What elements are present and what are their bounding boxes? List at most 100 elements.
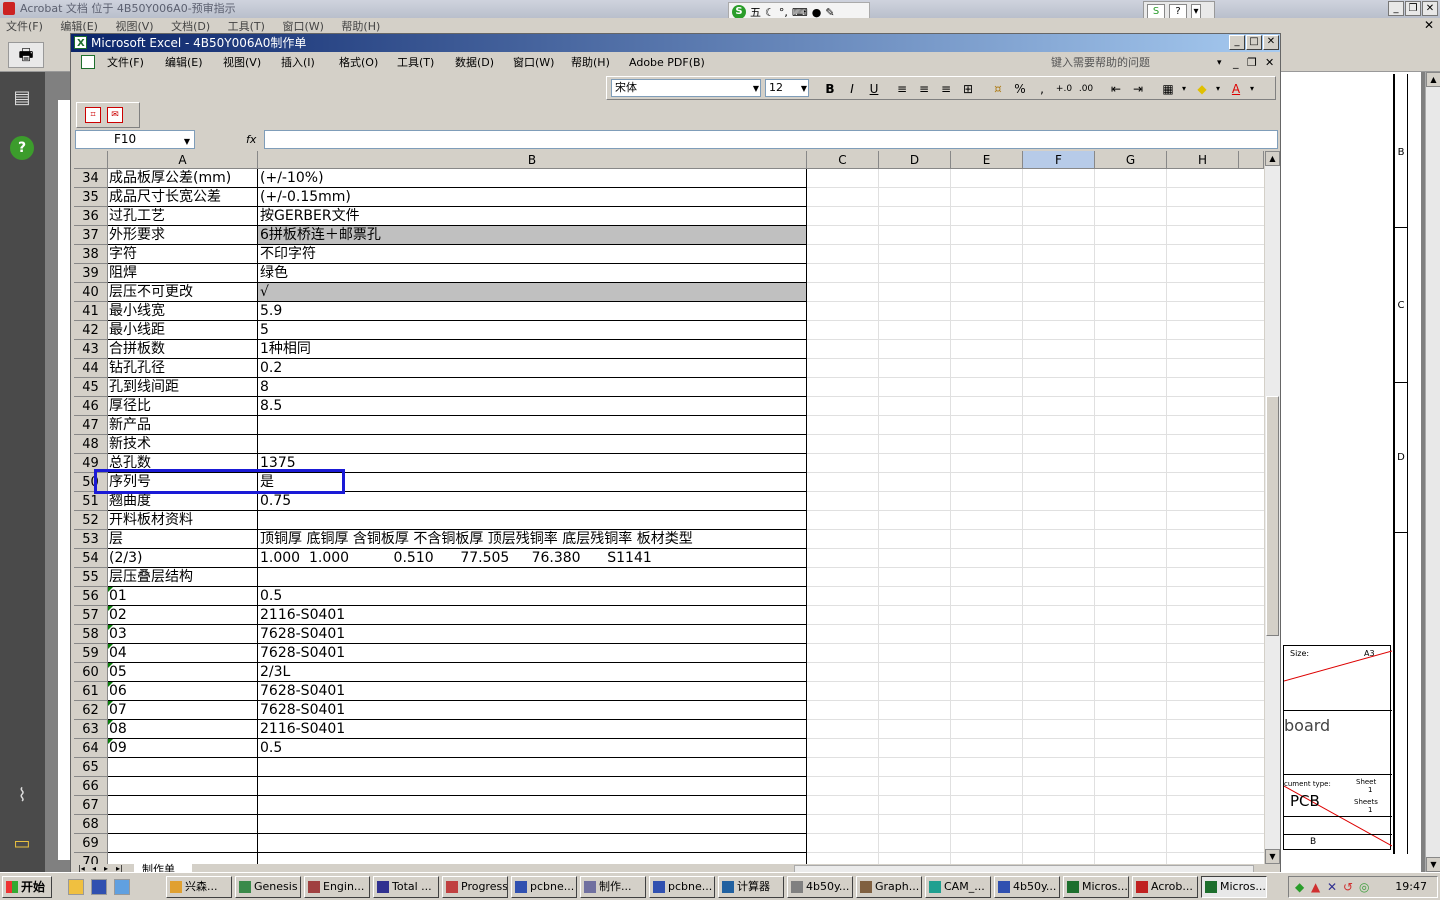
cell-b[interactable] [258,511,807,530]
cell-a[interactable]: 字符 [108,245,258,264]
convert-and-email-icon[interactable]: ✉ [107,107,123,123]
fx-icon[interactable]: fx [246,130,262,149]
taskbar-button[interactable]: Graph... [856,876,922,898]
taskbar-button[interactable]: CAM_... [925,876,991,898]
scroll-up-icon[interactable]: ▲ [1265,151,1280,166]
cell-b[interactable] [258,834,807,853]
doc-restore-button[interactable]: ❐ [1247,52,1257,74]
quicklaunch-icon[interactable] [68,879,84,895]
empty-cells[interactable] [807,397,1264,416]
cell-a[interactable]: 开料板材资料 [108,511,258,530]
row-header[interactable]: 40 [74,283,108,302]
taskbar-button[interactable]: Engin... [304,876,370,898]
cell-b[interactable]: 6拼板桥连＋邮票孔 [258,226,807,245]
column-header-f[interactable]: F [1023,151,1095,169]
quicklaunch-ie-icon[interactable] [91,879,107,895]
acrobat-menu-file[interactable]: 文件(F) [6,20,43,33]
empty-cells[interactable] [807,283,1264,302]
empty-cells[interactable] [807,682,1264,701]
empty-cells[interactable] [807,644,1264,663]
chevron-down-icon[interactable]: ▾ [1209,80,1227,98]
cell-a[interactable]: 层压不可更改 [108,283,258,302]
row-header[interactable]: 66 [74,777,108,796]
empty-cells[interactable] [807,188,1264,207]
cell-a[interactable] [108,815,258,834]
row-header[interactable]: 64 [74,739,108,758]
row-header[interactable]: 56 [74,587,108,606]
cell-b[interactable]: (+/-10%) [258,169,807,188]
percent-icon[interactable]: % [1011,80,1029,98]
row-header[interactable]: 42 [74,321,108,340]
empty-cells[interactable] [807,853,1264,864]
cell-b[interactable]: 2/3L [258,663,807,682]
cell-b[interactable]: (+/-0.15mm) [258,188,807,207]
scroll-thumb[interactable] [1266,396,1279,636]
cell-a[interactable]: 钻孔孔径 [108,359,258,378]
cell-a[interactable]: 翘曲度 [108,492,258,511]
clock[interactable]: 19:47 [1395,877,1427,897]
increase-indent-icon[interactable]: ⇥ [1129,80,1147,98]
empty-cells[interactable] [807,321,1264,340]
cell-b[interactable] [258,758,807,777]
row-header[interactable]: 62 [74,701,108,720]
cell-b[interactable]: 7628-S0401 [258,701,807,720]
cell-a[interactable] [108,758,258,777]
cell-a[interactable]: (2/3) [108,549,258,568]
font-size-select[interactable]: 12 ▼ [765,79,809,97]
row-header[interactable]: 34 [74,169,108,188]
tray-app-icon[interactable]: ✕ [1327,880,1337,894]
keyboard-icon[interactable]: ⌨ [792,6,808,19]
taskbar-button[interactable]: Acrob... [1132,876,1198,898]
row-header[interactable]: 63 [74,720,108,739]
taskbar-button[interactable]: 制作... [580,876,646,898]
cell-b[interactable]: 顶铜厚 底铜厚 含铜板厚 不含铜板厚 顶层残铜率 底层残铜率 板材类型 [258,530,807,549]
row-header[interactable]: 48 [74,435,108,454]
cell-a[interactable]: 07 [108,701,258,720]
row-header[interactable]: 41 [74,302,108,321]
punct-icon[interactable]: °, [779,6,788,19]
row-header[interactable]: 65 [74,758,108,777]
tray-app-icon[interactable]: ◆ [1295,880,1304,894]
cell-b[interactable]: 按GERBER文件 [258,207,807,226]
empty-cells[interactable] [807,815,1264,834]
row-header[interactable]: 60 [74,663,108,682]
row-header[interactable]: 53 [74,530,108,549]
doc-close-button[interactable]: ✕ [1265,52,1274,74]
cell-a[interactable] [108,777,258,796]
cell-b[interactable]: 绿色 [258,264,807,283]
tray-app-icon[interactable]: ◎ [1359,880,1369,894]
cell-b[interactable]: 2116-S0401 [258,606,807,625]
menu-insert[interactable]: 插入(I) [281,52,315,74]
cell-b[interactable]: 0.2 [258,359,807,378]
empty-cells[interactable] [807,663,1264,682]
start-button[interactable]: 开始 [2,876,52,898]
increase-decimal-icon[interactable]: +.0 [1055,80,1073,98]
row-header[interactable]: 38 [74,245,108,264]
acrobat-menu-view[interactable]: 视图(V) [115,20,153,33]
column-header-c[interactable]: C [807,151,879,169]
menu-window[interactable]: 窗口(W) [513,52,554,74]
help-dropdown-icon[interactable]: ▾ [1217,52,1222,74]
row-header[interactable]: 35 [74,188,108,207]
empty-cells[interactable] [807,359,1264,378]
row-header[interactable]: 43 [74,340,108,359]
chevron-down-icon[interactable]: ▼ [753,81,759,97]
taskbar-button[interactable]: 4b50y... [787,876,853,898]
align-center-icon[interactable]: ≡ [915,80,933,98]
empty-cells[interactable] [807,473,1264,492]
decrease-decimal-icon[interactable]: .00 [1077,80,1095,98]
cell-a[interactable]: 09 [108,739,258,758]
cell-a[interactable]: 08 [108,720,258,739]
doc-minimize-button[interactable]: _ [1233,52,1239,74]
align-right-icon[interactable]: ≡ [937,80,955,98]
taskbar-button[interactable]: 4b50y... [994,876,1060,898]
row-header[interactable]: 52 [74,511,108,530]
bold-button[interactable]: B [821,80,839,98]
menu-file[interactable]: 文件(F) [107,52,144,74]
empty-cells[interactable] [807,758,1264,777]
cell-a[interactable] [108,796,258,815]
cell-a[interactable]: 05 [108,663,258,682]
cell-b[interactable] [258,435,807,454]
column-header-b[interactable]: B [258,151,807,169]
excel-maximize-button[interactable]: □ [1246,35,1262,50]
